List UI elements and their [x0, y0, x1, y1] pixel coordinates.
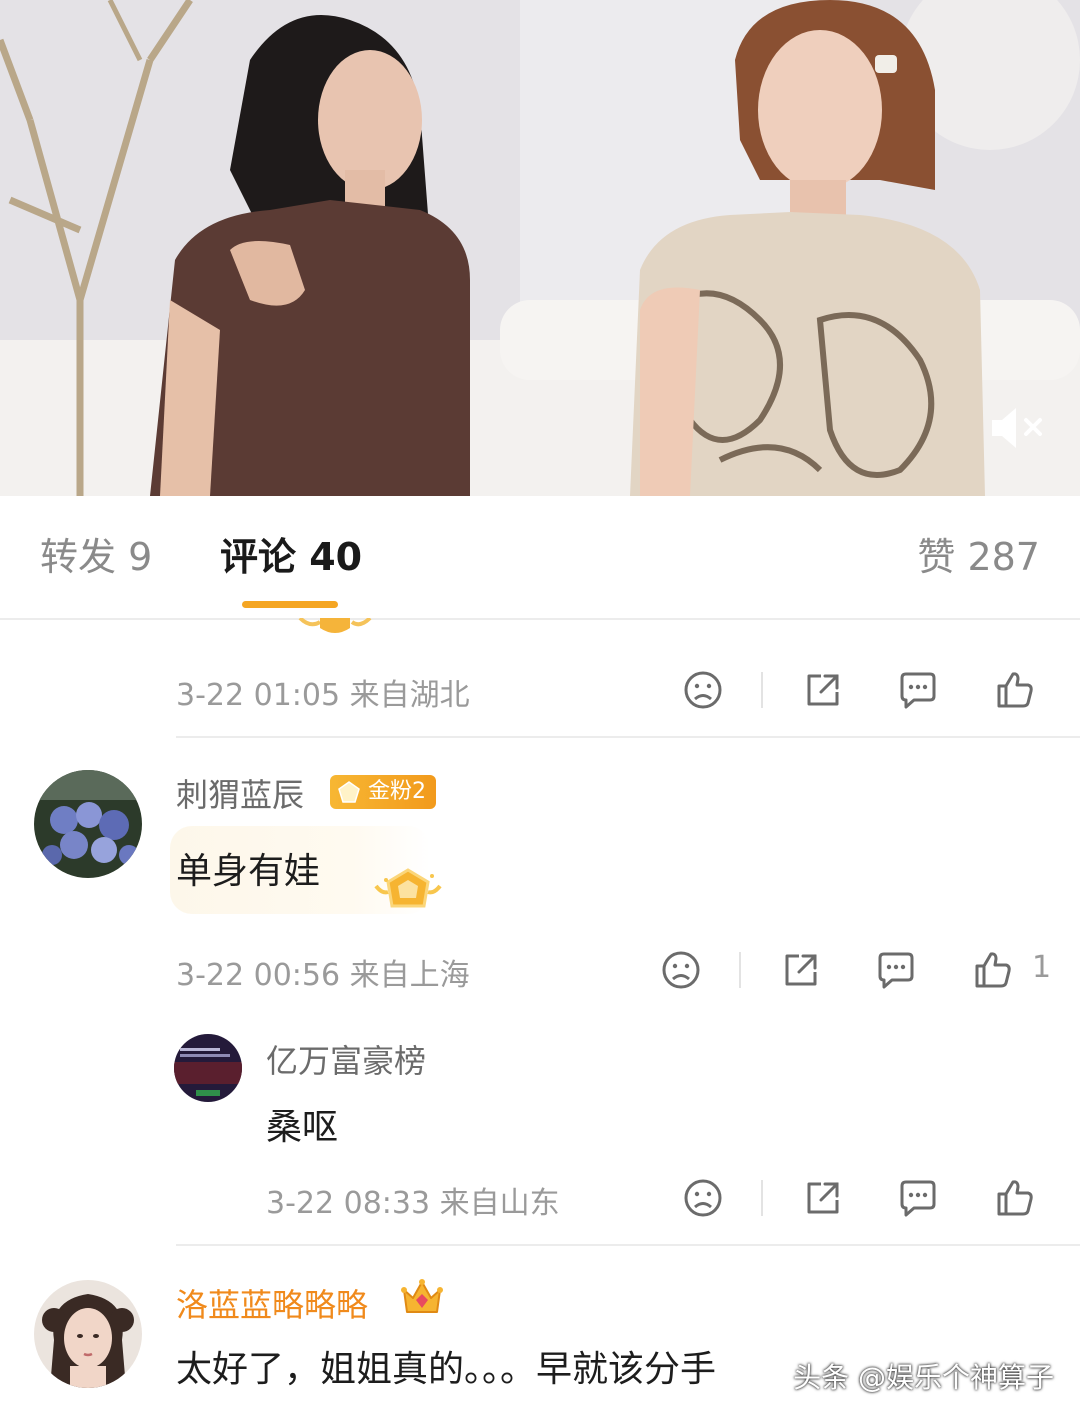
like-button[interactable] — [993, 1176, 1037, 1220]
dislike-button[interactable] — [681, 668, 725, 712]
comment-username[interactable]: 刺猬蓝辰 — [176, 770, 304, 816]
share-button[interactable] — [801, 668, 845, 712]
tab-likes[interactable]: 赞 287 — [917, 532, 1040, 582]
action-separator — [761, 672, 763, 708]
action-separator — [761, 1180, 763, 1216]
frown-face-icon — [684, 671, 722, 709]
share-icon — [807, 674, 839, 706]
tab-bar: 转发 9 评论 40 赞 287 — [0, 496, 1080, 620]
reply-meta-row: 3-22 08:33 来自山东 — [266, 1172, 1066, 1222]
speaker-muted-icon — [992, 408, 1042, 448]
tab-comments[interactable]: 评论 40 — [220, 532, 362, 582]
video-frame — [0, 0, 1080, 496]
comment-username[interactable]: 洛蓝蓝略略略 — [176, 1280, 368, 1326]
like-button[interactable] — [993, 668, 1037, 712]
comment-bubble-icon — [900, 1180, 936, 1217]
reply-username[interactable]: 亿万富豪榜 — [266, 1036, 426, 1082]
gold-medal-icon — [374, 868, 442, 908]
fan-badge-label: 金粉2 — [368, 779, 426, 804]
hydrangea-photo-avatar — [34, 770, 142, 878]
avatar[interactable] — [34, 770, 142, 878]
partial-badge-icon — [290, 618, 380, 636]
comment-text: 单身有娃 — [176, 851, 321, 892]
mute-toggle-button[interactable] — [988, 400, 1052, 456]
comment-timestamp-location: 3-22 00:56 来自上海 — [176, 958, 470, 993]
share-icon — [807, 1182, 839, 1214]
diamond-badge-icon — [338, 781, 360, 803]
thumbs-up-icon — [997, 1180, 1033, 1216]
reply-timestamp-location: 3-22 08:33 来自山东 — [266, 1186, 560, 1221]
action-separator — [739, 952, 741, 988]
fan-level-badge: 金粉2 — [330, 775, 436, 809]
crown-badge-icon — [401, 1279, 443, 1313]
comment-text: 太好了，姐姐真的。。。早就该分手 — [176, 1349, 717, 1390]
share-icon — [785, 954, 817, 986]
video-player[interactable] — [0, 0, 1080, 496]
girl-portrait-avatar — [34, 1280, 142, 1388]
dislike-button[interactable] — [681, 1176, 725, 1220]
active-tab-indicator — [242, 601, 338, 608]
reply-text: 桑呕 — [266, 1107, 339, 1148]
frown-face-icon — [662, 951, 700, 989]
frown-face-icon — [684, 1179, 722, 1217]
comment-meta-row: 3-22 01:05 来自湖北 — [176, 664, 1066, 714]
dark-poster-avatar — [174, 1034, 242, 1102]
like-button[interactable] — [971, 948, 1015, 992]
source-watermark: 头条 @娱乐个神算子 — [793, 1361, 1054, 1394]
reply-avatar[interactable] — [174, 1034, 242, 1102]
share-button[interactable] — [801, 1176, 845, 1220]
tab-repost[interactable]: 转发 9 — [40, 532, 152, 582]
comment-divider — [176, 1244, 1080, 1246]
dislike-button[interactable] — [659, 948, 703, 992]
reply-button[interactable] — [896, 1176, 940, 1220]
reply-button[interactable] — [896, 668, 940, 712]
comment-timestamp-location: 3-22 01:05 来自湖北 — [176, 678, 470, 713]
thumbs-up-icon — [975, 952, 1011, 988]
comment-meta-row: 3-22 00:56 来自上海 1 — [176, 944, 1066, 994]
thumbs-up-icon — [997, 672, 1033, 708]
reply-button[interactable] — [874, 948, 918, 992]
avatar[interactable] — [34, 1280, 142, 1388]
comment-bubble-icon — [900, 672, 936, 709]
share-button[interactable] — [779, 948, 823, 992]
comment-bubble-icon — [878, 952, 914, 989]
like-count: 1 — [1032, 950, 1052, 985]
comment-divider — [176, 736, 1080, 738]
